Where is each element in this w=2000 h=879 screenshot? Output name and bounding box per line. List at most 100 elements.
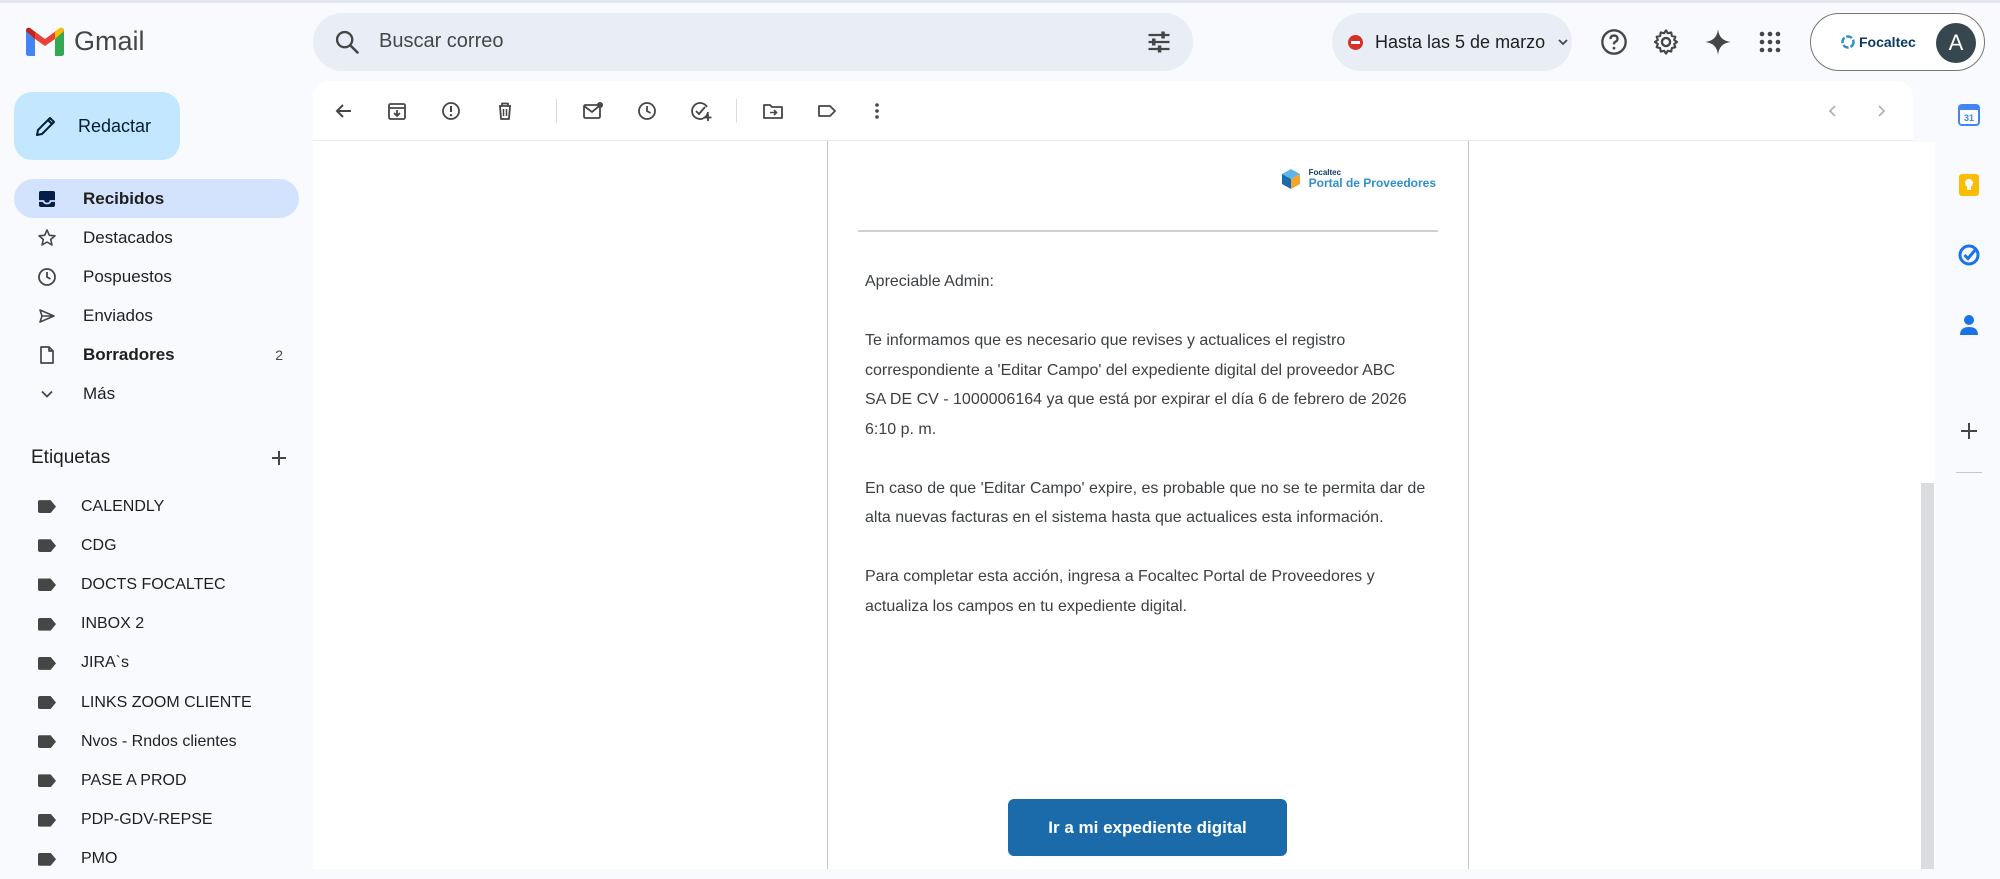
search-options-icon[interactable] [1145,28,1173,56]
brand-big: Portal de Proveedores [1308,176,1436,190]
clock-icon [638,102,656,120]
get-addons-button[interactable] [1956,418,1982,444]
label-item[interactable]: CDG [14,526,299,565]
labels-button[interactable] [813,97,841,125]
label-name: PMO [81,850,118,868]
label-name: LINKS ZOOM CLIENTE [81,693,252,711]
tasks-button[interactable] [1956,242,1982,268]
label-item[interactable]: CALENDLY [14,487,299,526]
email-text: Apreciable Admin: Te informamos que es n… [865,267,1435,651]
sparkle-icon [1705,29,1731,55]
sidebar-item-snoozed[interactable]: Pospuestos [14,257,299,296]
compose-button[interactable]: Redactar [14,92,180,160]
delete-button[interactable] [491,97,519,125]
label-item[interactable]: Nvos - Rndos clientes [14,722,299,761]
search-icon[interactable] [333,28,361,56]
portal-cube-icon [1281,169,1300,189]
arrow-left-icon [335,104,351,118]
mark-unread-icon [583,102,603,119]
go-to-digital-file-button[interactable]: Ir a mi expediente digital [1008,799,1287,856]
archive-icon [388,103,406,120]
apps-button[interactable] [1752,24,1788,60]
org-logo: Focaltec [1841,34,1916,50]
label-name: Nvos - Rndos clientes [81,732,237,750]
label-item[interactable]: DOCTS FOCALTEC [14,565,299,604]
contacts-button[interactable] [1956,312,1982,338]
gemini-button[interactable] [1700,24,1736,60]
more-options-button[interactable] [863,97,891,125]
calendar-button[interactable]: 31 [1956,102,1982,128]
email-body: Focaltec Portal de Proveedores Apreciabl… [827,141,1469,869]
sidebar-item-drafts[interactable]: Borradores 2 [14,335,299,374]
sidebar-item-label: Pospuestos [83,266,172,286]
move-to-button[interactable] [759,97,787,125]
search-input[interactable]: Buscar correo [379,30,504,53]
calendar-icon: 31 [1958,104,1980,126]
svg-text:31: 31 [1964,113,1974,123]
side-panel: 31 [1936,84,2000,869]
chevron-down-icon [36,386,58,402]
more-vert-icon [875,103,879,119]
label-name: PDP-GDV-REPSE [81,811,213,829]
toolbar-divider [556,99,557,123]
label-item[interactable]: JIRA`s [14,644,299,683]
label-item[interactable]: LINKS ZOOM CLIENTE [14,683,299,722]
label-item[interactable]: PASE A PROD [14,761,299,800]
email-paragraph: En caso de que 'Editar Campo' expire, es… [865,479,1426,527]
sidebar-item-label: Enviados [83,305,153,325]
label-name: PASE A PROD [81,771,187,789]
label-icon [38,500,56,514]
sidebar-item-sent[interactable]: Enviados [14,296,299,335]
avatar[interactable]: A [1936,23,1976,63]
contacts-icon [1960,315,1978,335]
snooze-button[interactable] [633,97,661,125]
toolbar-divider [736,99,737,123]
keep-button[interactable] [1956,172,1982,198]
label-icon [38,539,56,553]
sidebar-item-starred[interactable]: Destacados [14,218,299,257]
account-switcher[interactable]: Focaltec A [1810,13,1985,71]
settings-button[interactable] [1648,24,1684,60]
mark-unread-button[interactable] [579,97,607,125]
add-to-tasks-button[interactable] [687,97,715,125]
sidebar-nav: Recibidos Destacados Pospuestos Enviados… [14,179,299,413]
older-button[interactable] [1867,97,1895,125]
focaltec-logo-icon [1841,35,1855,49]
divider [858,230,1438,232]
draft-icon [36,345,58,365]
label-item[interactable]: INBOX 2 [14,605,299,644]
gmail-logo[interactable]: Gmail [26,26,145,57]
status-label: Hasta las 5 de marzo [1375,31,1546,52]
sidebar-item-label: Recibidos [83,188,165,208]
sidebar-item-more[interactable]: Más [14,374,299,413]
scrollbar-thumb[interactable] [1921,483,1934,869]
label-name: JIRA`s [81,654,129,672]
label-item[interactable]: PMO [14,840,299,879]
plus-icon [1961,423,1977,439]
sidebar-item-count: 2 [275,346,283,363]
email-greeting: Apreciable Admin: [865,273,994,290]
add-label-icon[interactable] [270,449,288,467]
help-button[interactable] [1596,24,1632,60]
label-icon [818,105,836,117]
search-bar[interactable]: Buscar correo [313,13,1193,71]
sidebar-item-inbox[interactable]: Recibidos [14,179,299,218]
email-paragraph: Para completar esta acción, ingresa a Fo… [865,568,1375,615]
chevron-right-icon [1878,105,1886,117]
label-icon [38,735,56,749]
org-name: Focaltec [1859,34,1916,50]
label-item[interactable]: PDP-GDV-REPSE [14,801,299,840]
label-name: CDG [81,536,117,554]
apps-grid-icon [1759,31,1781,53]
compose-label: Redactar [78,115,152,136]
send-icon [36,306,58,326]
email-paragraph: Te informamos que es necesario que revis… [865,332,1498,438]
archive-button[interactable] [383,97,411,125]
newer-button[interactable] [1819,97,1847,125]
pencil-icon [36,117,55,136]
status-button[interactable]: Hasta las 5 de marzo [1332,13,1572,71]
report-spam-button[interactable] [437,97,465,125]
label-name: INBOX 2 [81,615,145,633]
top-bar: Gmail Buscar correo Hasta las 5 de marzo [0,0,2000,84]
back-button[interactable] [330,97,358,125]
